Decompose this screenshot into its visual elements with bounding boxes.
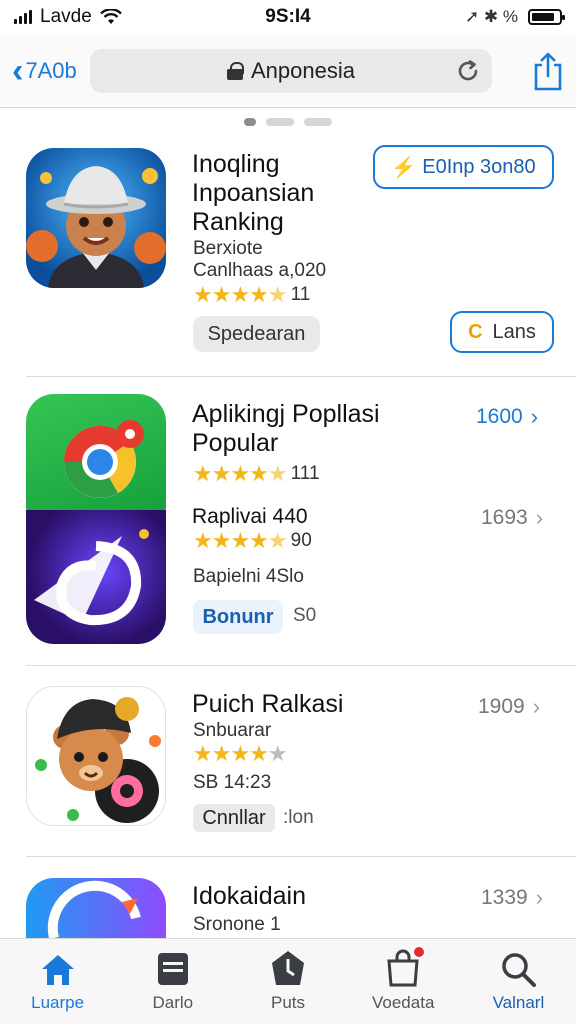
app-title[interactable]: Puich Ralkasi bbox=[192, 690, 343, 719]
tab-label: Puts bbox=[270, 993, 306, 1012]
app-title-line: Aplikingj Popllasi bbox=[192, 400, 380, 428]
app-icon-bear-game[interactable] bbox=[26, 686, 166, 826]
messenger-app-icon bbox=[34, 529, 149, 626]
status-right: ➚ ✱ % bbox=[464, 7, 565, 27]
app-developer: Sronone 1 bbox=[193, 914, 281, 935]
launch-button[interactable]: C Lans bbox=[450, 311, 554, 353]
url-text: Anponesia bbox=[251, 57, 355, 83]
browser-nav-bar: ‹ 7A0b Anponesia bbox=[0, 34, 576, 108]
star-rating-icon: ★★★★★ bbox=[193, 282, 288, 307]
bear-game-icon bbox=[35, 697, 161, 823]
app-icon-messenger[interactable] bbox=[26, 510, 166, 644]
home-icon bbox=[41, 955, 74, 985]
chevron-right-icon: › bbox=[535, 505, 544, 530]
lock-icon bbox=[227, 61, 244, 80]
status-glyphs: ➚ ✱ % bbox=[464, 7, 518, 26]
signal-icon bbox=[14, 10, 32, 24]
page-dot[interactable] bbox=[244, 118, 256, 126]
notification-badge bbox=[411, 945, 426, 959]
clock-icon bbox=[272, 951, 304, 985]
tab-label: Valnarl bbox=[492, 993, 545, 1012]
price-value: 1909 bbox=[478, 695, 525, 718]
bonus-value: S0 bbox=[293, 605, 317, 626]
app-title[interactable]: Inoqling Inpoansian Ranking bbox=[192, 150, 314, 237]
app-rating: ★★★★★ 11 bbox=[193, 282, 310, 308]
search-icon bbox=[502, 953, 537, 987]
launch-icon: C bbox=[468, 320, 483, 343]
tab-label: Voedata bbox=[372, 993, 435, 1012]
rating-count: 111 bbox=[290, 463, 320, 484]
back-button[interactable]: ‹ 7A0b bbox=[12, 54, 90, 88]
row-divider bbox=[26, 665, 576, 666]
get-bonus-button[interactable]: ⚡ E0Inp 3on80 bbox=[373, 145, 554, 189]
app-price[interactable]: 1339 › bbox=[481, 885, 543, 911]
chevron-right-icon: › bbox=[535, 885, 544, 910]
battery-icon bbox=[528, 9, 565, 25]
carousel-page-indicator[interactable] bbox=[0, 118, 576, 126]
rating-count: 11 bbox=[290, 284, 311, 305]
reload-icon[interactable] bbox=[456, 59, 480, 83]
bonus-badge[interactable]: Bonunr bbox=[193, 600, 283, 634]
tab-search[interactable]: Valnarl bbox=[461, 939, 576, 1024]
app-developer: Snbuarar bbox=[193, 720, 272, 741]
app-price[interactable]: 1909 › bbox=[478, 694, 540, 720]
star-rating-icon: ★★★★★ bbox=[193, 461, 288, 486]
page-dot[interactable] bbox=[266, 118, 294, 126]
bolt-icon: ⚡ bbox=[391, 156, 417, 179]
app-title-line: Popular bbox=[192, 429, 279, 457]
app-rating: ★★★★★ 111 bbox=[193, 461, 320, 487]
tab-darlo[interactable]: Darlo bbox=[115, 939, 230, 1024]
chevron-left-icon: ‹ bbox=[12, 51, 24, 90]
back-label: 7A0b bbox=[25, 57, 77, 83]
battery-level bbox=[532, 13, 555, 21]
get-bonus-label: E0Inp 3on80 bbox=[422, 155, 536, 178]
app-icon-explorer[interactable] bbox=[26, 148, 166, 288]
app-meta: SB 14:23 bbox=[193, 772, 272, 793]
price-value: 1339 bbox=[481, 886, 528, 909]
carrier-name: Lavde bbox=[40, 6, 92, 27]
sub-app-meta: Bapielni 4Slo bbox=[193, 566, 304, 587]
launch-label: Lans bbox=[492, 320, 536, 343]
tab-home[interactable]: Luarpe bbox=[0, 939, 115, 1024]
share-icon[interactable] bbox=[532, 51, 564, 91]
app-title[interactable]: Idokaidain bbox=[192, 882, 306, 911]
category-tag[interactable]: Spedearan bbox=[193, 316, 320, 352]
price-value: 1693 bbox=[481, 506, 528, 529]
app-title[interactable]: Aplikingj Popllasi Popular bbox=[192, 400, 380, 458]
tab-bar: Luarpe Darlo Puts Voedata Valnarl bbox=[0, 938, 576, 1024]
tab-voedata[interactable]: Voedata bbox=[346, 939, 461, 1024]
app-title-line: Ranking bbox=[192, 208, 284, 236]
chevron-right-icon: › bbox=[530, 404, 539, 429]
tab-puts[interactable]: Puts bbox=[230, 939, 345, 1024]
row-divider bbox=[26, 856, 576, 857]
address-bar[interactable]: Anponesia bbox=[90, 48, 492, 93]
app-category: Canlhaas a,020 bbox=[193, 260, 327, 281]
status-bar: Lavde 9S:I4 ➚ ✱ % bbox=[0, 0, 576, 34]
sub-app-price[interactable]: 1693 › bbox=[481, 505, 543, 531]
tab-label: Darlo bbox=[152, 993, 194, 1012]
app-title-line: Inoqling bbox=[192, 150, 280, 178]
app-developer: Berxiote bbox=[193, 238, 263, 259]
sub-app-rating: ★★★★★ 90 bbox=[193, 528, 312, 554]
price-value: 1600 bbox=[476, 405, 523, 428]
app-price[interactable]: 1600 › bbox=[476, 404, 538, 430]
wifi-icon bbox=[99, 9, 122, 24]
star-rating-icon: ★★★★★ bbox=[193, 741, 288, 766]
category-tag-suffix: :lon bbox=[283, 807, 314, 828]
fourth-app-icon bbox=[47, 880, 141, 938]
app-rating: ★★★★★ bbox=[193, 741, 291, 767]
app-title-line: Inpoansian bbox=[192, 179, 315, 207]
star-rating-icon: ★★★★★ bbox=[193, 528, 288, 553]
app-icon-fourth[interactable] bbox=[26, 878, 166, 938]
status-left: Lavde bbox=[14, 6, 122, 28]
tab-label: Luarpe bbox=[31, 993, 85, 1012]
rating-count: 90 bbox=[290, 530, 312, 551]
page-dot[interactable] bbox=[304, 118, 332, 126]
sub-app-title[interactable]: Raplivai 440 bbox=[192, 502, 308, 531]
category-tag[interactable]: Cnnllar bbox=[193, 804, 275, 832]
tray-icon bbox=[157, 953, 188, 985]
explorer-character-icon bbox=[26, 166, 166, 288]
chevron-right-icon: › bbox=[532, 694, 541, 719]
row-divider bbox=[26, 376, 576, 377]
